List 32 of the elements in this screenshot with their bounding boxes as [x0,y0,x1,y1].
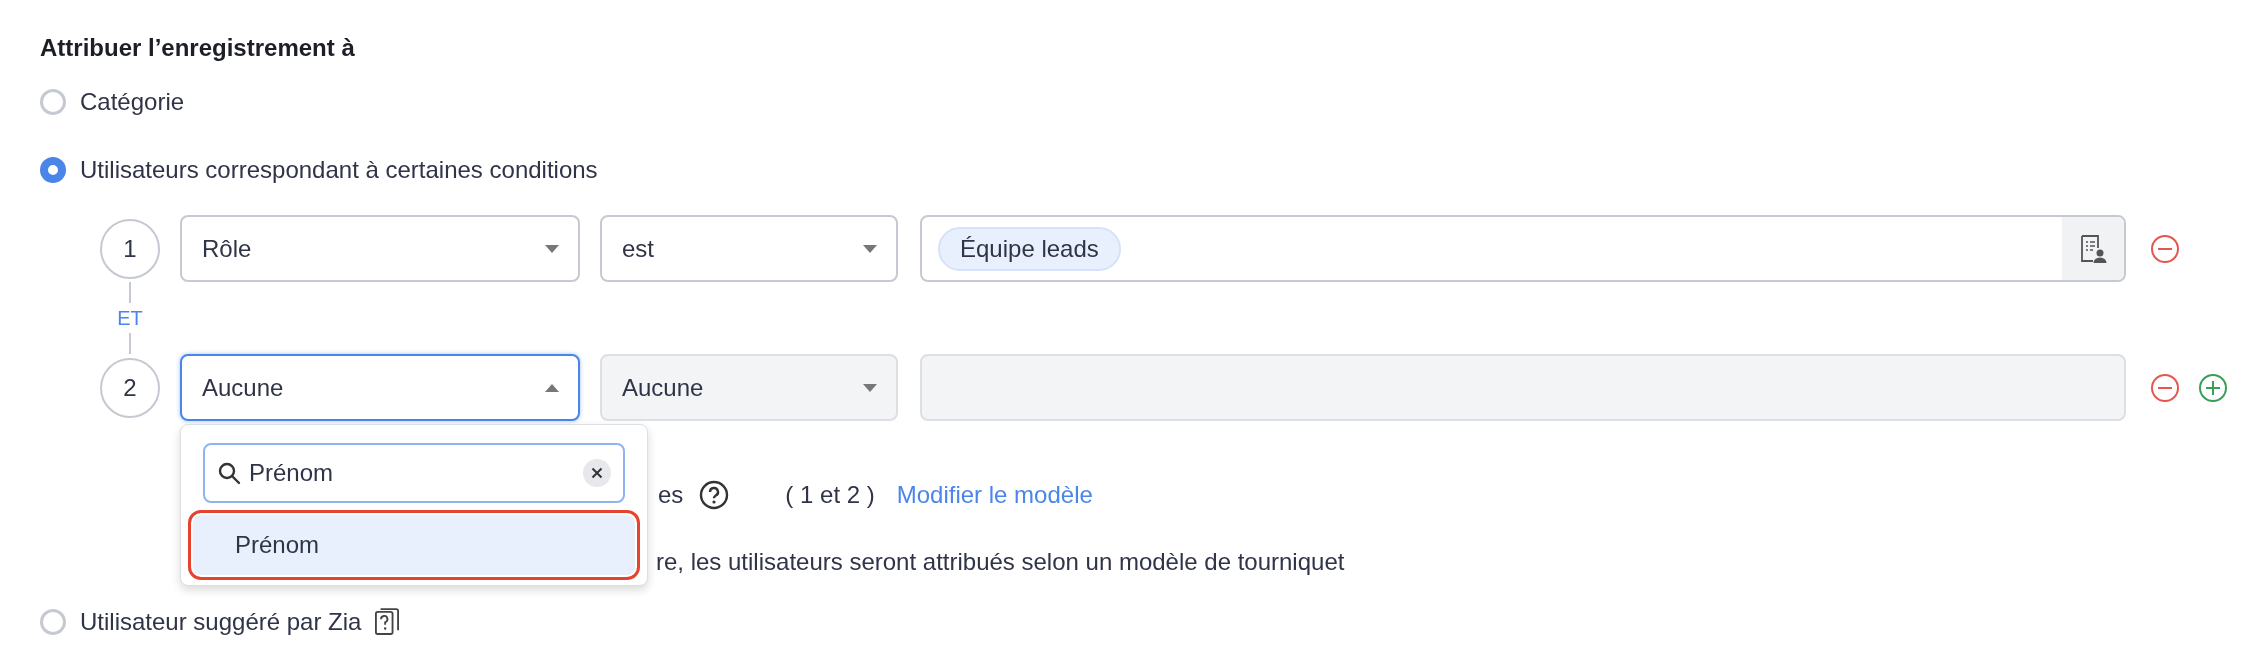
search-icon [217,461,241,485]
help-document-icon [375,608,400,636]
pattern-criteria: ( 1 et 2 ) [785,481,875,509]
option-label: Catégorie [80,88,185,116]
note-text: re, les utilisateurs seront attribués selon un modèle de tourniquet [656,548,1345,576]
picker-button[interactable] [2062,217,2124,280]
edit-pattern-link[interactable]: Modifier le modèle [896,481,1093,509]
value-field[interactable]: Équipe leads [920,215,2126,282]
caret-icon [544,243,560,254]
search-field[interactable]: Prénom [203,443,625,503]
field-select[interactable]: Rôle [180,215,580,282]
section-heading: Attribuer l’enregistrement à [40,33,356,63]
connector-label: ET [117,306,143,331]
remove-icon[interactable] [2150,372,2180,403]
value-field[interactable] [920,354,2126,421]
help-icon[interactable] [699,480,730,510]
condition-number: 2 [100,357,160,418]
radio-button[interactable] [40,609,66,635]
value-chip: Équipe leads [938,226,1121,271]
remove-icon[interactable] [2150,233,2180,264]
operator-select[interactable]: est [600,215,898,282]
option-label: Utilisateur suggéré par Zia [80,608,362,636]
caret-icon [862,382,878,393]
caret-icon [544,382,560,393]
radio-button[interactable] [40,89,66,115]
radio-button[interactable] [40,157,66,183]
condition-number: 1 [100,218,160,279]
clear-icon[interactable] [583,459,611,487]
pattern-label: es [658,481,684,509]
user-list-icon [2078,233,2108,264]
caret-icon [862,243,878,254]
option-label: Utilisateurs correspondant à certaines conditions [80,156,598,184]
